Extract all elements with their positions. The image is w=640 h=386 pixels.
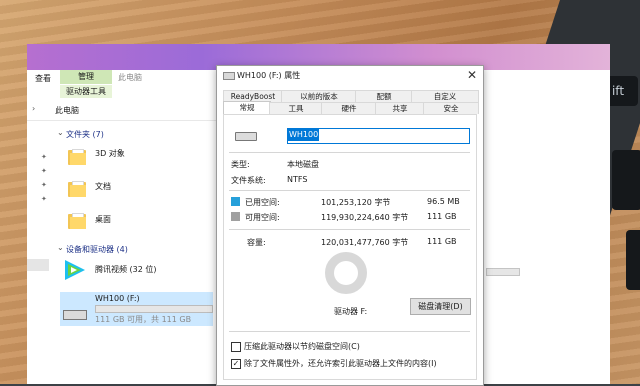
divider xyxy=(229,190,470,191)
compress-label[interactable]: 压缩此驱动器以节约磁盘空间(C) xyxy=(244,341,360,352)
dialog-titlebar[interactable]: WH100 (F:) 属性 ✕ xyxy=(217,66,483,86)
folder-item[interactable]: 桌面 xyxy=(95,214,111,225)
tab-drive-tools[interactable]: 驱动器工具 xyxy=(60,85,112,98)
index-label[interactable]: 除了文件属性外，还允许索引此驱动器上文件的内容(I) xyxy=(244,358,437,369)
tab-manage[interactable]: 管理 xyxy=(60,70,112,84)
address-path[interactable]: 此电脑 xyxy=(55,105,79,116)
chevron-right-icon[interactable]: › xyxy=(32,104,35,113)
folder-item[interactable]: 3D 对象 xyxy=(95,148,125,159)
free-space-size: 111 GB xyxy=(427,212,457,221)
pin-icon[interactable]: ✦ xyxy=(41,195,47,203)
filesystem-value: NTFS xyxy=(287,175,308,184)
folder-icon xyxy=(68,148,86,166)
folder-icon xyxy=(68,180,86,198)
chevron-down-icon[interactable]: ⌄ xyxy=(57,243,64,252)
tab-general[interactable]: 常规 xyxy=(223,101,271,114)
drive-letter-label: 驱动器 F: xyxy=(334,307,368,316)
folder-item[interactable]: 文档 xyxy=(95,181,111,192)
pin-icon[interactable]: ✦ xyxy=(41,167,47,175)
tab-strip: ReadyBoost 以前的版本 配额 自定义 常规 工具 硬件 共享 安全 xyxy=(223,90,479,114)
checkmark-icon: ✓ xyxy=(232,359,240,368)
drive-name[interactable]: WH100 (F:) xyxy=(95,294,140,303)
tencent-video-icon xyxy=(65,260,85,280)
folder-icon xyxy=(68,212,86,230)
hard-drive-icon xyxy=(235,132,257,141)
compress-checkbox[interactable] xyxy=(231,342,241,352)
divider xyxy=(229,152,470,153)
capacity-label: 容量: xyxy=(247,238,266,247)
tab-security[interactable]: 安全 xyxy=(423,102,479,114)
properties-dialog: WH100 (F:) 属性 ✕ ReadyBoost 以前的版本 配额 自定义 … xyxy=(216,65,484,386)
capacity-bytes: 120,031,477,760 字节 xyxy=(321,238,409,247)
close-icon[interactable]: ✕ xyxy=(467,68,477,82)
used-space-bytes: 101,253,120 字节 xyxy=(321,198,391,207)
used-space-label: 已用空间: xyxy=(245,198,280,207)
explorer-right-area xyxy=(484,100,610,384)
devices-header[interactable]: 设备和驱动器 (4) xyxy=(66,244,128,255)
tab-sharing[interactable]: 共享 xyxy=(375,102,425,114)
drive-capacity-text: 111 GB 可用，共 111 GB xyxy=(95,315,192,324)
tab-this-pc[interactable]: 此电脑 xyxy=(118,72,142,83)
pin-icon[interactable]: ✦ xyxy=(41,153,47,161)
folders-header[interactable]: 文件夹 (7) xyxy=(66,129,104,140)
disk-usage-ring xyxy=(325,252,367,294)
keyboard-key xyxy=(612,150,640,210)
tab-view[interactable]: 查看 xyxy=(35,73,51,84)
divider xyxy=(229,229,470,230)
type-label: 类型: xyxy=(231,160,250,169)
capacity-size: 111 GB xyxy=(427,237,457,246)
free-space-swatch xyxy=(231,212,240,221)
tab-tools[interactable]: 工具 xyxy=(269,102,323,114)
dialog-title: WH100 (F:) 属性 xyxy=(237,71,301,80)
device-item[interactable]: 腾讯视频 (32 位) xyxy=(95,264,157,275)
drive-icon xyxy=(63,310,87,320)
pin-icon[interactable]: ✦ xyxy=(41,181,47,189)
volume-name-value[interactable]: WH100 xyxy=(288,129,320,141)
disk-cleanup-button[interactable]: 磁盘清理(D) xyxy=(410,298,471,315)
used-space-size: 96.5 MB xyxy=(427,197,460,206)
free-space-label: 可用空间: xyxy=(245,213,280,222)
navigation-pane: ✦ ✦ ✦ ✦ xyxy=(27,121,57,384)
tab-customize[interactable]: 自定义 xyxy=(411,90,479,102)
tab-hardware[interactable]: 硬件 xyxy=(321,102,377,114)
free-space-bytes: 119,930,224,640 字节 xyxy=(321,213,409,222)
tab-quota[interactable]: 配额 xyxy=(355,90,413,102)
keyboard-key xyxy=(626,230,640,290)
divider xyxy=(229,331,470,332)
used-space-swatch xyxy=(231,197,240,206)
chevron-down-icon[interactable]: ⌄ xyxy=(57,128,64,137)
drive-capacity-bar xyxy=(486,268,520,276)
filesystem-label: 文件系统: xyxy=(231,176,266,185)
index-checkbox[interactable]: ✓ xyxy=(231,359,241,369)
nav-item-selected[interactable] xyxy=(27,259,49,271)
drive-capacity-bar xyxy=(95,305,213,313)
drive-icon xyxy=(223,72,235,80)
type-value: 本地磁盘 xyxy=(287,160,319,169)
tab-previous-versions[interactable]: 以前的版本 xyxy=(281,90,357,102)
